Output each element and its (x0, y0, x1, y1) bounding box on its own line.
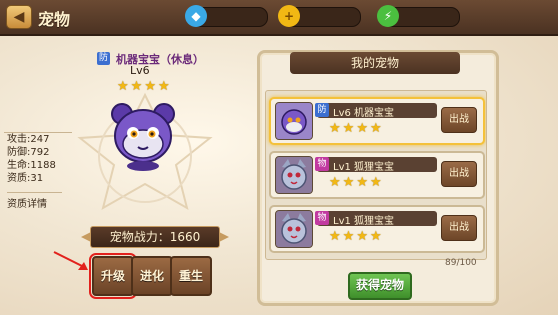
pet-row-stars: ★ ★ ★ ★ (329, 230, 382, 243)
evolve-button[interactable]: 进化 (131, 256, 173, 296)
robot-avatar-icon (276, 103, 312, 139)
robot-baby-pet-portrait[interactable] (108, 100, 178, 172)
aptitude-detail-link[interactable]: 资质详情 (7, 192, 62, 210)
star-icon: ★ (369, 229, 382, 244)
energy-icon: ⚡ (377, 5, 399, 27)
pet-avatar (275, 102, 313, 140)
pet-level: Lv6 (130, 64, 150, 77)
diamond-resource: ◆ (185, 5, 268, 27)
energy-resource: ⚡ (377, 5, 460, 27)
stat-defense: 防御:792 (7, 147, 50, 158)
pet-type-badge: 物 (315, 211, 329, 225)
pet-list-item[interactable]: 防 Lv6 机器宝宝 ★ ★ ★ ★ 出战 (269, 97, 485, 145)
star-icon: ★ (329, 229, 341, 244)
page-title: 宠物 (38, 10, 71, 29)
pet-row-stars: ★ ★ ★ ★ (329, 122, 382, 135)
star-icon: ★ (342, 121, 355, 136)
pet-type-badge: 防 (315, 103, 329, 117)
pet-type-badge: 防 (97, 52, 110, 65)
pet-screen: ◀ 宠物 ◆ + ⚡ 防 机器宝宝（休息） Lv6 ★ ★ ★ ★ 攻击:247… (0, 0, 558, 315)
my-pets-title: 我的宠物 (290, 52, 460, 74)
star-icon: ★ (369, 175, 382, 190)
gold-coin-icon: + (278, 5, 300, 27)
back-arrow-icon[interactable]: ◀ (6, 5, 32, 29)
pet-list-item[interactable]: 物 Lv1 狐狸宝宝 ★ ★ ★ ★ 出战 (269, 151, 485, 199)
star-icon: ★ (369, 121, 382, 136)
upgrade-button[interactable]: 升级 (89, 253, 137, 299)
rebirth-button[interactable]: 重生 (170, 256, 212, 296)
top-bar: ◀ 宠物 ◆ + ⚡ (0, 0, 558, 36)
deploy-button[interactable]: 出战 (441, 161, 477, 187)
stat-aptitude: 资质:31 (7, 173, 44, 184)
pet-avatar (275, 156, 313, 194)
pet-list[interactable]: 防 Lv6 机器宝宝 ★ ★ ★ ★ 出战 物 Lv1 狐狸宝宝 ★ ★ ★ ★… (265, 90, 487, 260)
star-icon: ★ (329, 121, 341, 136)
pet-avatar (275, 210, 313, 248)
pet-row-name-bar: 防 Lv6 机器宝宝 (315, 103, 437, 119)
deploy-button[interactable]: 出战 (441, 215, 477, 241)
get-pet-button[interactable]: 获得宠物 (348, 272, 412, 300)
fox-avatar-icon (276, 211, 312, 247)
star-icon: ★ (342, 229, 355, 244)
diamond-icon: ◆ (185, 5, 207, 27)
star-icon: ★ (329, 175, 341, 190)
stat-attack: 攻击:247 (7, 134, 50, 145)
pet-row-name-bar: 物 Lv1 狐狸宝宝 (315, 157, 437, 173)
pet-capacity: 89/100 (445, 258, 477, 268)
pet-power-banner: 宠物战力：1660 (81, 226, 229, 248)
fox-avatar-icon (276, 157, 312, 193)
pet-type-badge: 物 (315, 157, 329, 171)
gold-resource: + (278, 5, 361, 27)
red-arrow-annotation (53, 251, 88, 270)
pet-row-stars: ★ ★ ★ ★ (329, 176, 382, 189)
pet-row-name: Lv1 狐狸宝宝 (333, 162, 395, 173)
star-icon: ★ (342, 175, 355, 190)
deploy-button[interactable]: 出战 (441, 107, 477, 133)
pet-list-item[interactable]: 物 Lv1 狐狸宝宝 ★ ★ ★ ★ 出战 (269, 205, 485, 253)
pet-row-name: Lv6 机器宝宝 (333, 108, 395, 119)
pet-row-name-bar: 物 Lv1 狐狸宝宝 (315, 211, 437, 227)
stat-hp: 生命:1188 (7, 160, 56, 171)
star-icon: ★ (356, 229, 368, 244)
pet-row-name: Lv1 狐狸宝宝 (333, 216, 395, 227)
star-icon: ★ (356, 121, 368, 136)
star-icon: ★ (356, 175, 368, 190)
